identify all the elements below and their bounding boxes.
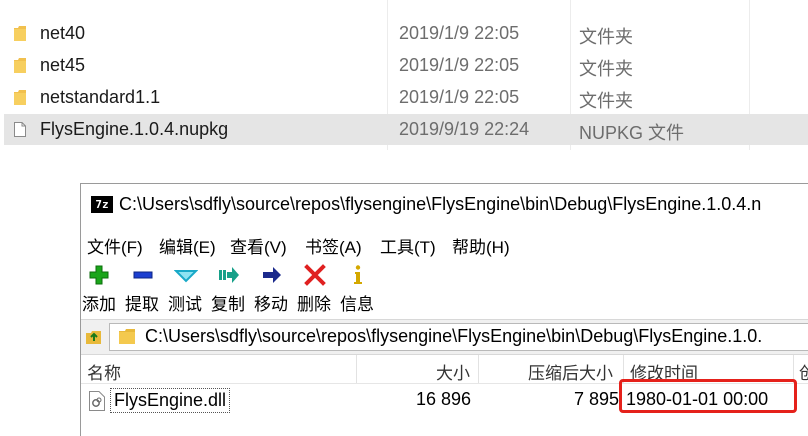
copy-label: 复制 [211, 295, 245, 314]
add-label: 添加 [82, 295, 116, 314]
archive-file-packed-size: 7 895 [573, 389, 619, 409]
path-input[interactable]: C:\Users\sdfly\source\repos\flysengine\F… [109, 323, 808, 351]
extract-button[interactable]: 提取 [125, 260, 161, 314]
move-button[interactable]: 移动 [254, 260, 290, 314]
delete-label: 删除 [297, 295, 331, 314]
extract-label: 提取 [125, 295, 159, 314]
toolbar: 添加 提取 测试 复制 移动 删除 信息 [81, 260, 808, 318]
folder-icon [14, 90, 26, 105]
archive-file-name: FlysEngine.dll [110, 388, 231, 413]
info-label: 信息 [340, 295, 374, 314]
file-type: 文件夹 [579, 59, 633, 79]
explorer-row-netstandard[interactable]: netstandard1.1 2019/1/9 22:05 文件夹 [4, 82, 808, 113]
add-button[interactable]: 添加 [82, 260, 118, 314]
menu-tools[interactable]: 工具(T) [380, 233, 436, 258]
column-packed-size[interactable]: 压缩后大小 [528, 359, 613, 384]
folder-icon [14, 26, 26, 41]
column-name[interactable]: 名称 [87, 359, 121, 384]
dll-file-icon [89, 391, 105, 411]
folder-up-icon[interactable] [84, 326, 104, 346]
address-bar: C:\Users\sdfly\source\repos\flysengine\F… [81, 319, 808, 355]
folder-icon [14, 58, 26, 73]
file-date: 2019/9/19 22:24 [399, 119, 530, 139]
file-type: NUPKG 文件 [579, 123, 685, 143]
info-button[interactable]: 信息 [340, 260, 376, 314]
file-type: 文件夹 [579, 91, 633, 111]
menu-edit[interactable]: 编辑(E) [159, 233, 216, 258]
file-date: 2019/1/9 22:05 [399, 87, 520, 107]
file-name: FlysEngine.1.0.4.nupkg [40, 119, 229, 139]
explorer-row-net40[interactable]: net40 2019/1/9 22:05 文件夹 [4, 18, 808, 49]
file-date: 2019/1/9 22:05 [399, 55, 520, 75]
copy-icon [219, 267, 239, 283]
test-icon [174, 270, 198, 283]
file-name: net40 [40, 23, 86, 43]
extract-icon [133, 271, 153, 279]
test-label: 测试 [168, 295, 202, 314]
test-button[interactable]: 测试 [168, 260, 204, 314]
delete-icon [304, 264, 326, 286]
explorer-file-list: net40 2019/1/9 22:05 文件夹 net45 2019/1/9 … [0, 0, 808, 150]
file-icon [14, 122, 26, 137]
title-bar[interactable]: 7z C:\Users\sdfly\source\repos\flysengin… [81, 184, 808, 224]
file-name: net45 [40, 55, 86, 75]
path-text: C:\Users\sdfly\source\repos\flysengine\F… [145, 326, 763, 346]
menu-view[interactable]: 查看(V) [230, 233, 287, 258]
explorer-row-net45[interactable]: net45 2019/1/9 22:05 文件夹 [4, 50, 808, 81]
column-divider[interactable] [356, 355, 357, 383]
menu-bookmarks[interactable]: 书签(A) [305, 233, 362, 258]
highlight-annotation [619, 379, 797, 413]
window-title: C:\Users\sdfly\source\repos\flysengine\F… [119, 194, 762, 214]
column-divider[interactable] [478, 355, 479, 383]
explorer-row-nupkg[interactable]: FlysEngine.1.0.4.nupkg 2019/9/19 22:24 N… [4, 114, 808, 145]
copy-button[interactable]: 复制 [211, 260, 247, 314]
delete-button[interactable]: 删除 [297, 260, 333, 314]
column-size[interactable]: 大小 [436, 359, 470, 384]
move-icon [263, 267, 281, 283]
menu-file[interactable]: 文件(F) [87, 233, 143, 258]
file-date: 2019/1/9 22:05 [399, 23, 520, 43]
archive-file-size: 16 896 [415, 389, 471, 409]
move-label: 移动 [254, 295, 288, 314]
file-name: netstandard1.1 [40, 87, 161, 107]
add-icon [89, 265, 109, 285]
column-created[interactable]: 创 [799, 359, 808, 384]
file-type: 文件夹 [579, 27, 633, 47]
menu-bar: 文件(F) 编辑(E) 查看(V) 书签(A) 工具(T) 帮助(H) [81, 231, 808, 257]
info-icon [354, 265, 362, 284]
sevenzip-app-icon: 7z [91, 196, 113, 213]
menu-help[interactable]: 帮助(H) [452, 233, 510, 258]
folder-icon [119, 329, 135, 344]
